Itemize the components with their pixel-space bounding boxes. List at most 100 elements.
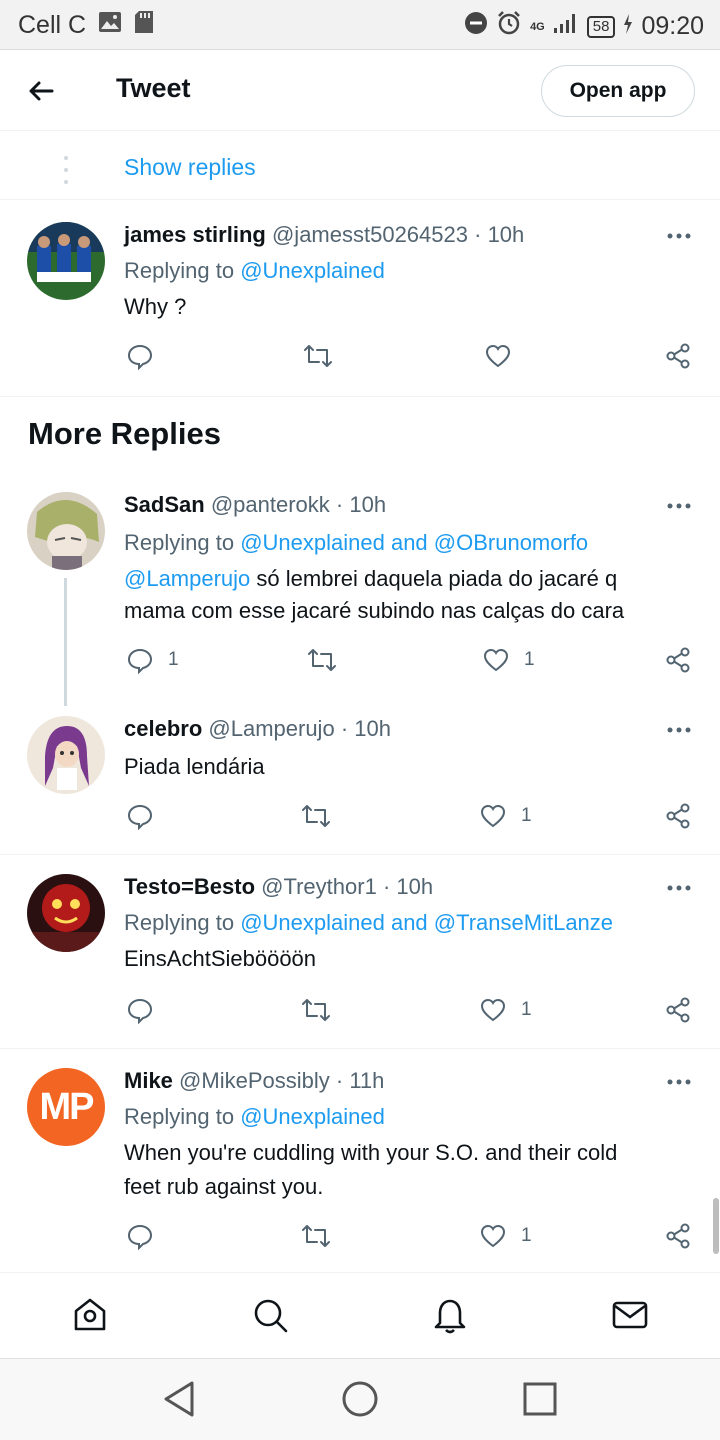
author-name[interactable]: james stirling	[124, 222, 266, 247]
tweet-celebro[interactable]: celebro @Lamperujo · 10h Piada lendária …	[0, 694, 720, 854]
retweet-icon	[302, 805, 330, 827]
reply-button[interactable]	[126, 1222, 154, 1250]
share-button[interactable]	[664, 646, 692, 674]
tweet-time[interactable]: 10h	[488, 222, 525, 247]
system-recents-button[interactable]	[520, 1379, 560, 1419]
more-button[interactable]	[664, 1072, 694, 1092]
more-button[interactable]	[664, 720, 694, 740]
nav-notifications[interactable]	[430, 1295, 470, 1335]
separator-dot: ·	[474, 222, 482, 247]
like-count: 1	[524, 649, 535, 670]
author-name[interactable]: SadSan	[124, 492, 205, 517]
back-button[interactable]	[24, 73, 60, 109]
retweet-button[interactable]	[300, 802, 332, 830]
arrow-left-icon	[29, 81, 54, 101]
author-handle[interactable]: @panterokk	[211, 492, 330, 517]
more-horizontal-icon	[667, 727, 691, 733]
separator-dot: ·	[335, 492, 344, 517]
avatar[interactable]: MP	[27, 1068, 105, 1146]
replying-to-link[interactable]: @Unexplained and @OBrunomorfo	[240, 530, 588, 555]
tweet-actions: 1	[124, 1222, 696, 1258]
search-icon	[254, 1299, 288, 1333]
reply-icon	[127, 804, 153, 830]
separator-dot: ·	[340, 716, 349, 741]
tweet-time[interactable]: 10h	[396, 874, 433, 899]
reply-button[interactable]	[126, 996, 154, 1024]
tweet-sadsan[interactable]: SadSan @panterokk · 10h Replying to @Une…	[0, 470, 720, 704]
author-handle[interactable]: @MikePossibly	[179, 1068, 330, 1093]
retweet-button[interactable]	[306, 646, 338, 674]
separator-dot: ·	[382, 874, 391, 899]
heart-icon	[485, 344, 511, 368]
reply-button[interactable]	[126, 802, 154, 830]
tweet-text-line-1: When you're cuddling with your S.O. and …	[124, 1140, 618, 1165]
reply-icon	[127, 998, 153, 1024]
heart-icon	[480, 1224, 506, 1248]
clock: 09:20	[641, 12, 704, 40]
tweet-time[interactable]: 11h	[349, 1068, 384, 1093]
more-button[interactable]	[664, 226, 694, 246]
retweet-button[interactable]	[302, 342, 334, 370]
avatar[interactable]	[27, 492, 105, 570]
tweet-mike[interactable]: MP Mike @MikePossibly · 11h Replying to …	[0, 1046, 720, 1270]
replying-to-link[interactable]: @Unexplained	[240, 1104, 385, 1129]
tweet-time[interactable]: 10h	[354, 716, 391, 741]
share-button[interactable]	[664, 342, 692, 370]
nav-search[interactable]	[250, 1295, 290, 1335]
author-name[interactable]: Testo=Besto	[124, 874, 255, 899]
author-name[interactable]: Mike	[124, 1068, 173, 1093]
signal-icon	[553, 12, 579, 41]
share-button[interactable]	[664, 996, 692, 1024]
retweet-icon	[302, 1225, 330, 1247]
share-button[interactable]	[664, 802, 692, 830]
more-button[interactable]	[664, 878, 694, 898]
circle-home-icon	[342, 1381, 378, 1417]
tweet-james-stirling[interactable]: james stirling @jamesst50264523 · 10h Re…	[0, 200, 720, 396]
page-title: Tweet	[116, 73, 191, 103]
author-handle[interactable]: @Lamperujo	[208, 716, 334, 741]
avatar[interactable]	[27, 874, 105, 952]
avatar[interactable]	[27, 716, 105, 794]
show-replies-row[interactable]: Show replies	[0, 132, 720, 200]
reply-icon	[127, 1224, 153, 1250]
nav-messages[interactable]	[610, 1295, 650, 1335]
retweet-button[interactable]	[300, 1222, 332, 1250]
tweet-text: Why ?	[124, 294, 187, 319]
like-button[interactable]: 1	[482, 646, 535, 674]
mention-link[interactable]: @Lamperujo	[124, 566, 250, 591]
tweet-testo-besto[interactable]: Testo=Besto @Treythor1 · 10h Replying to…	[0, 852, 720, 1048]
network-type: 4G	[530, 20, 545, 33]
scrollbar[interactable]	[713, 1198, 719, 1254]
more-horizontal-icon	[667, 885, 691, 891]
like-button[interactable]: 1	[479, 1222, 532, 1250]
sd-card-icon	[134, 10, 154, 41]
system-back-button[interactable]	[160, 1379, 200, 1419]
author-name[interactable]: celebro	[124, 716, 202, 741]
replying-to-link[interactable]: @Unexplained and @TranseMitLanze	[240, 910, 613, 935]
open-app-button[interactable]: Open app	[541, 65, 695, 117]
retweet-button[interactable]	[300, 996, 332, 1024]
author-handle[interactable]: @jamesst50264523	[272, 222, 468, 247]
triangle-back-icon	[164, 1381, 194, 1417]
heart-icon	[480, 998, 506, 1022]
share-button[interactable]	[664, 1222, 692, 1250]
like-button[interactable]: 1	[479, 802, 532, 830]
retweet-icon	[308, 649, 336, 671]
tweet-actions: 1	[124, 802, 696, 838]
nav-home[interactable]	[70, 1295, 110, 1335]
tweet-time[interactable]: 10h	[349, 492, 386, 517]
like-button[interactable]	[484, 342, 512, 370]
replying-label: Replying to	[124, 530, 235, 555]
reply-button[interactable]	[126, 342, 154, 370]
replying-to-link[interactable]: @Unexplained	[240, 258, 385, 283]
tweet-text-line-2: mama com esse jacaré subindo nas calças …	[124, 598, 625, 623]
author-handle[interactable]: @Treythor1	[261, 874, 377, 899]
avatar[interactable]	[27, 222, 105, 300]
more-button[interactable]	[664, 496, 694, 516]
reply-icon	[127, 344, 153, 370]
alarm-icon	[496, 10, 522, 43]
like-button[interactable]: 1	[479, 996, 532, 1024]
system-home-button[interactable]	[340, 1379, 380, 1419]
show-replies-link[interactable]: Show replies	[124, 154, 256, 181]
reply-button[interactable]: 1	[126, 646, 179, 674]
